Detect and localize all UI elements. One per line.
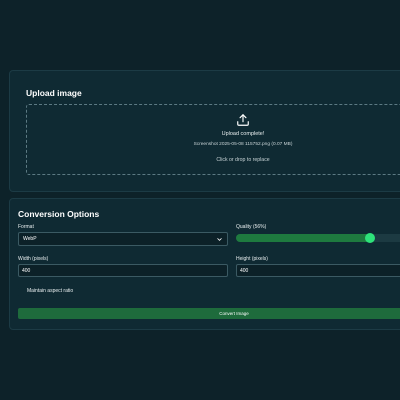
format-select[interactable]: WebP <box>18 232 228 246</box>
aspect-ratio-label: Maintain aspect ratio <box>27 288 74 294</box>
conversion-options-card: Conversion Options Format WebP Quality (… <box>9 198 400 330</box>
uploaded-file-name: Screenshot 2025-05-08 115752.png <box>193 142 271 147</box>
upload-hint: Click or drop to replace <box>216 157 270 163</box>
upload-card: Upload image Upload complete! Screenshot… <box>9 70 400 192</box>
quality-label: Quality (56%) <box>236 224 267 230</box>
format-label: Format <box>18 224 34 230</box>
upload-icon <box>237 114 249 126</box>
convert-image-button[interactable]: Convert Image <box>18 308 400 319</box>
convert-image-label: Convert Image <box>219 311 249 316</box>
quality-slider-thumb[interactable] <box>365 233 376 243</box>
page: Upload image Upload complete! Screenshot… <box>0 0 400 400</box>
upload-dropzone[interactable]: Upload complete! Screenshot 2025-05-08 1… <box>26 104 400 175</box>
aspect-ratio-checkbox[interactable] <box>18 288 26 296</box>
width-input[interactable] <box>18 264 228 277</box>
quality-slider-fill <box>236 234 371 242</box>
quality-slider[interactable] <box>236 233 400 243</box>
height-label: Height (pixels) <box>236 256 268 262</box>
format-select-value: WebP <box>23 236 37 242</box>
upload-status: Upload complete! <box>221 131 265 137</box>
uploaded-file-info: Screenshot 2025-05-08 115752.png (0.07 M… <box>163 142 323 147</box>
height-input[interactable] <box>236 264 400 277</box>
chevron-down-icon <box>217 238 222 241</box>
conversion-options-title: Conversion Options <box>18 209 100 219</box>
upload-title: Upload image <box>26 88 82 98</box>
width-label: Width (pixels) <box>18 256 49 262</box>
uploaded-file-size: (0.07 MB) <box>271 142 293 147</box>
